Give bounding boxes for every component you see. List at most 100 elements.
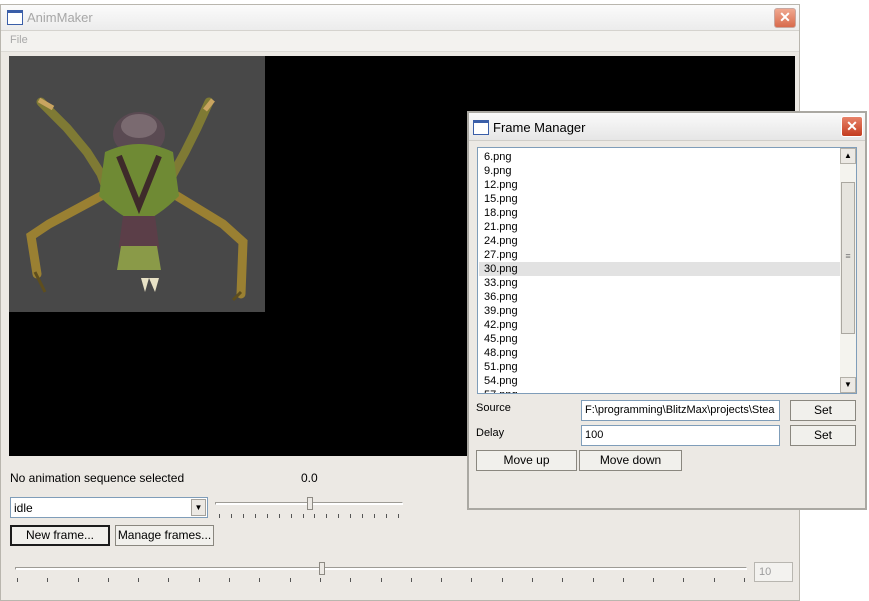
- sequence-select-value: idle: [14, 501, 33, 515]
- slider-tick: [502, 578, 503, 582]
- list-item[interactable]: 36.png: [479, 290, 840, 304]
- list-item[interactable]: 45.png: [479, 332, 840, 346]
- frame-count-field[interactable]: 10: [754, 562, 793, 582]
- sequence-select[interactable]: idle ▼: [10, 497, 208, 518]
- slider-tick: [411, 578, 412, 582]
- chevron-down-icon[interactable]: ▼: [191, 499, 206, 516]
- slider-tick: [350, 514, 351, 518]
- slider-tick: [350, 578, 351, 582]
- list-item[interactable]: 48.png: [479, 346, 840, 360]
- slider-tick: [532, 578, 533, 582]
- slider-tick: [314, 514, 315, 518]
- slider-tick: [593, 578, 594, 582]
- list-item[interactable]: 12.png: [479, 178, 840, 192]
- slider-tick: [623, 578, 624, 582]
- list-item[interactable]: 51.png: [479, 360, 840, 374]
- slider-tick: [219, 514, 220, 518]
- list-item[interactable]: 21.png: [479, 220, 840, 234]
- slider-tick: [562, 578, 563, 582]
- animation-status-text: No animation sequence selected: [10, 471, 185, 485]
- frame-manager-title: Frame Manager: [493, 120, 586, 135]
- move-up-button[interactable]: Move up: [476, 450, 577, 471]
- slider-tick: [441, 578, 442, 582]
- slider-tick: [229, 578, 230, 582]
- scrollbar-thumb[interactable]: ≡: [841, 182, 855, 334]
- slider-tick: [291, 514, 292, 518]
- slider-tick: [255, 514, 256, 518]
- slider-tick: [259, 578, 260, 582]
- slider-tick: [279, 514, 280, 518]
- timeline-slider-ticks: [17, 578, 745, 582]
- slider-tick: [683, 578, 684, 582]
- list-item[interactable]: 15.png: [479, 192, 840, 206]
- slider-tick: [78, 578, 79, 582]
- title-bar[interactable]: AnimMaker ✕: [1, 5, 799, 31]
- list-item[interactable]: 33.png: [479, 276, 840, 290]
- time-readout: 0.0: [301, 471, 318, 485]
- slider-tick: [108, 578, 109, 582]
- slider-tick: [243, 514, 244, 518]
- list-item[interactable]: 6.png: [479, 150, 840, 164]
- scroll-up-icon[interactable]: ▲: [840, 148, 856, 164]
- slider-tick: [386, 514, 387, 518]
- close-icon: ✕: [846, 118, 858, 134]
- slider-tick: [303, 514, 304, 518]
- slider-tick: [290, 578, 291, 582]
- timeline-slider-thumb[interactable]: [319, 562, 325, 575]
- close-button[interactable]: ✕: [774, 8, 796, 28]
- window-icon: [473, 120, 489, 135]
- slider-tick: [231, 514, 232, 518]
- slider-tick: [381, 578, 382, 582]
- slider-tick: [374, 514, 375, 518]
- slider-tick: [138, 578, 139, 582]
- slider-tick: [17, 578, 18, 582]
- slider-tick: [653, 578, 654, 582]
- timeline-slider-track[interactable]: [15, 567, 747, 570]
- slider-tick: [398, 514, 399, 518]
- frame-manager-title-bar[interactable]: Frame Manager ✕: [469, 113, 865, 141]
- slider-tick: [338, 514, 339, 518]
- set-delay-button[interactable]: Set: [790, 425, 856, 446]
- manage-frames-button[interactable]: Manage frames...: [115, 525, 214, 546]
- menu-file[interactable]: File: [10, 34, 28, 46]
- menu-bar: File: [1, 31, 799, 52]
- frame-list-scrollbar[interactable]: ▲ ≡ ▼: [840, 148, 856, 393]
- move-down-button[interactable]: Move down: [579, 450, 682, 471]
- list-item[interactable]: 39.png: [479, 304, 840, 318]
- source-label: Source: [476, 402, 511, 414]
- window-icon: [7, 10, 23, 25]
- frame-manager-close-button[interactable]: ✕: [841, 116, 863, 137]
- slider-tick: [362, 514, 363, 518]
- delay-field[interactable]: 100: [581, 425, 780, 446]
- list-item[interactable]: 42.png: [479, 318, 840, 332]
- list-item[interactable]: 30.png: [479, 262, 840, 276]
- slider-tick: [714, 578, 715, 582]
- slider-tick: [47, 578, 48, 582]
- set-source-button[interactable]: Set: [790, 400, 856, 421]
- close-icon: ✕: [779, 9, 791, 25]
- delay-label: Delay: [476, 427, 505, 439]
- frame-manager-window: Frame Manager ✕ 6.png 9.png 12.png 15.png 18…: [467, 111, 867, 510]
- scroll-down-icon[interactable]: ▼: [840, 377, 856, 393]
- slider-tick: [326, 514, 327, 518]
- list-item[interactable]: 27.png: [479, 248, 840, 262]
- sprite-preview: [9, 56, 265, 312]
- slider-tick: [471, 578, 472, 582]
- list-item[interactable]: 57.png: [479, 388, 840, 393]
- window-title: AnimMaker: [27, 10, 93, 25]
- list-item[interactable]: 54.png: [479, 374, 840, 388]
- source-field[interactable]: F:\programming\BlitzMax\projects\Stea: [581, 400, 780, 421]
- sequence-slider-thumb[interactable]: [307, 497, 313, 510]
- slider-tick: [744, 578, 745, 582]
- list-item[interactable]: 9.png: [479, 164, 840, 178]
- sequence-slider-ticks: [219, 514, 399, 518]
- slider-tick: [267, 514, 268, 518]
- creature-sprite-image: [26, 97, 248, 302]
- slider-tick: [168, 578, 169, 582]
- slider-tick: [199, 578, 200, 582]
- list-item[interactable]: 18.png: [479, 206, 840, 220]
- slider-tick: [320, 578, 321, 582]
- list-item[interactable]: 24.png: [479, 234, 840, 248]
- new-frame-button[interactable]: New frame...: [10, 525, 110, 546]
- frame-list[interactable]: 6.png 9.png 12.png 15.png 18.png 21.png 24.png…: [477, 147, 857, 394]
